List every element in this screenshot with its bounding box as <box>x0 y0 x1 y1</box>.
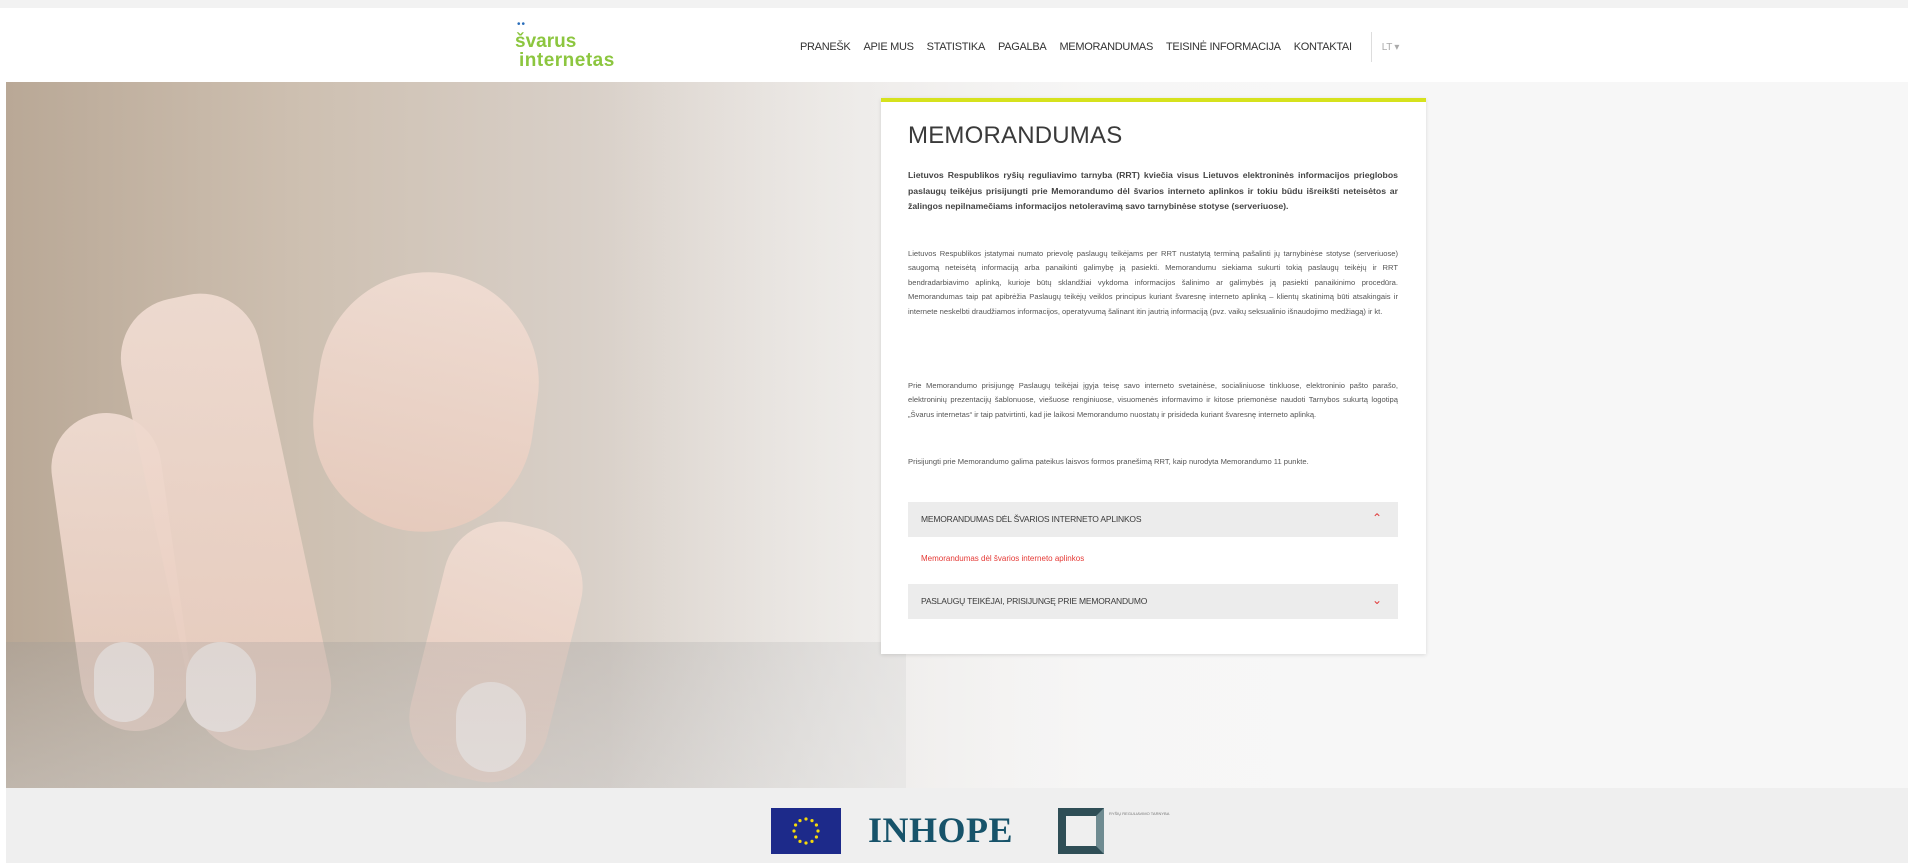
accordion-providers[interactable]: PASLAUGŲ TEIKĖJAI, PRISIJUNGĘ PRIE MEMOR… <box>908 584 1398 619</box>
top-strip <box>0 0 1908 8</box>
nav-item-kontaktai[interactable]: KONTAKTAI <box>1294 41 1352 53</box>
chevron-up-icon: ⌃ <box>1371 511 1382 525</box>
eu-stars-icon <box>792 817 820 845</box>
nav-item-statistika[interactable]: STATISTIKA <box>927 41 986 53</box>
site-logo[interactable]: •• švarus internetas <box>515 20 635 76</box>
site-footer: INHOPE RYŠIŲ REGULIAVIMO TARNYBA <box>6 788 1908 863</box>
nav-item-memorandumas[interactable]: MEMORANDUMAS <box>1059 41 1153 53</box>
body-paragraph: Prie Memorandumo prisijungę Paslaugų tei… <box>908 381 1398 419</box>
page-title: MEMORANDUMAS <box>908 122 1123 149</box>
accordion-title: MEMORANDUMAS DĖL ŠVARIOS INTERNETO APLIN… <box>921 514 1142 524</box>
inhope-logo: INHOPE <box>868 810 1014 850</box>
nav-item-apie-mus[interactable]: APIE MUS <box>863 41 913 53</box>
logo-dots-icon: •• <box>517 19 527 30</box>
rrt-logo <box>1058 808 1104 854</box>
eu-flag-logo <box>771 808 841 854</box>
body-paragraph: Lietuvos Respublikos įstatymai numato pr… <box>908 249 1398 316</box>
main-nav: PRANEŠK APIE MUS STATISTIKA PAGALBA MEMO… <box>800 32 1412 62</box>
memorandum-card: MEMORANDUMAS Lietuvos Respublikos ryšių … <box>881 98 1426 654</box>
nav-item-pagalba[interactable]: PAGALBA <box>998 41 1047 53</box>
logo-line2: internetas <box>519 50 615 71</box>
nav-item-teisine-informacija[interactable]: TEISINĖ INFORMACIJA <box>1166 41 1281 53</box>
accordion-title: PASLAUGŲ TEIKĖJAI, PRISIJUNGĘ PRIE MEMOR… <box>921 596 1148 606</box>
language-selector[interactable]: LT ▾ <box>1382 42 1400 53</box>
rrt-logo-caption: RYŠIŲ REGULIAVIMO TARNYBA <box>1109 811 1170 816</box>
nav-item-pranesk[interactable]: PRANEŠK <box>800 41 851 53</box>
logo-line1: švarus <box>515 31 577 52</box>
lead-paragraph: Lietuvos Respublikos ryšių reguliavimo t… <box>908 170 1398 211</box>
hero-image-hand <box>298 257 554 547</box>
body-paragraph: Prisijungti prie Memorandumo galima pate… <box>908 457 1309 466</box>
site-header: •• švarus internetas PRANEŠK APIE MUS ST… <box>0 8 1908 82</box>
accordion-memorandum[interactable]: MEMORANDUMAS DĖL ŠVARIOS INTERNETO APLIN… <box>908 502 1398 537</box>
nav-divider <box>1370 32 1372 62</box>
memorandum-document-link[interactable]: Memorandumas dėl švarios interneto aplin… <box>921 554 1084 563</box>
chevron-down-icon: ⌄ <box>1371 593 1382 607</box>
